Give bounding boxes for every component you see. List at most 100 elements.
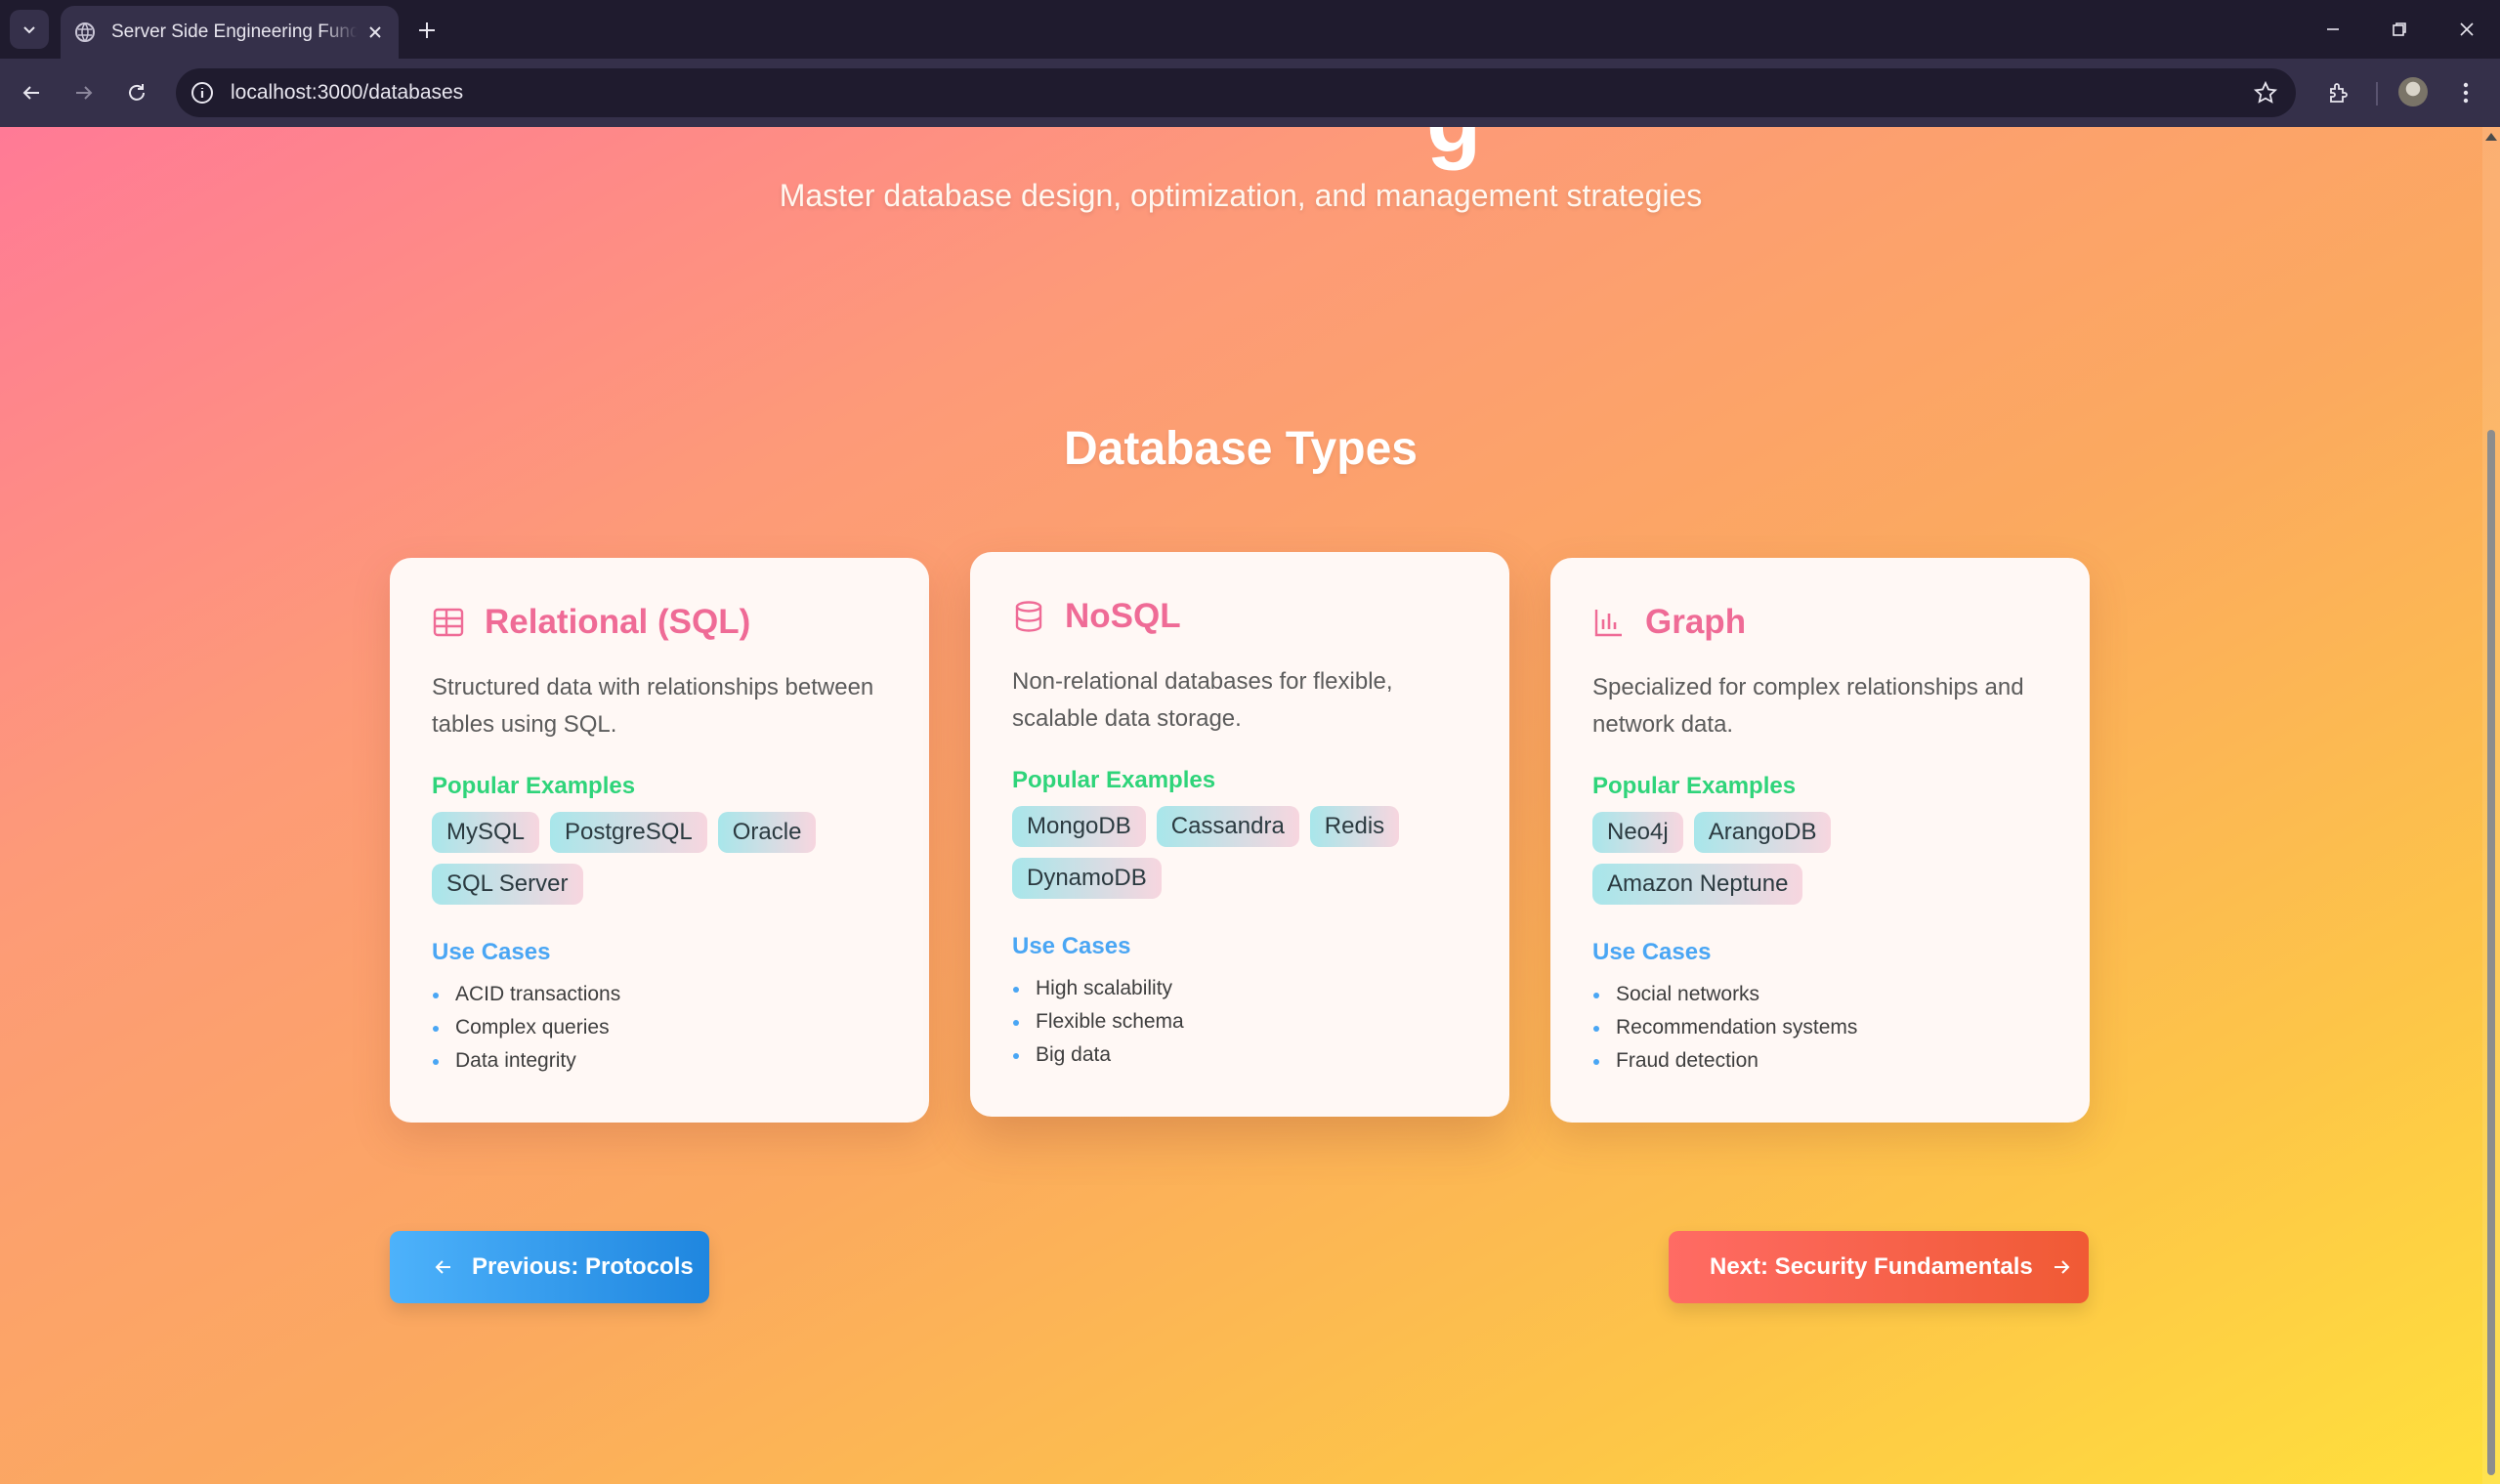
extensions-icon <box>2330 83 2348 103</box>
kebab-menu-icon <box>2463 82 2469 104</box>
use-case-text: Data integrity <box>455 1049 576 1072</box>
example-chip: MySQL <box>432 812 540 853</box>
use-cases-list: Social networks Recommendation systems F… <box>1592 978 2048 1078</box>
chrome-menu-button[interactable] <box>2448 75 2483 110</box>
arrow-left-icon <box>435 1260 450 1274</box>
use-cases-heading: Use Cases <box>1012 933 1131 959</box>
bullet-icon <box>1593 1059 1599 1065</box>
example-chip: Neo4j <box>1592 812 1683 853</box>
forward-button[interactable] <box>63 71 106 114</box>
card-header: Graph <box>1592 601 2048 644</box>
card-header: Relational (SQL) <box>432 601 887 644</box>
bullet-icon <box>433 993 439 998</box>
bullet-icon <box>1013 1020 1019 1026</box>
page-subtitle: Master database design, optimization, an… <box>779 178 1703 213</box>
use-case-item: Big data <box>1012 1039 1467 1072</box>
new-tab-button[interactable] <box>410 14 444 47</box>
close-icon <box>369 26 381 38</box>
address-bar[interactable]: localhost:3000/databases <box>176 68 2296 117</box>
page-title-fragment: g <box>1426 127 1481 173</box>
card-nosql: NoSQL Non-relational databases for flexi… <box>970 552 1509 1117</box>
reload-button[interactable] <box>115 71 158 114</box>
plus-icon <box>419 22 435 38</box>
page-viewport: g Master database design, optimization, … <box>0 127 2500 1484</box>
next-page-button[interactable]: Next: Security Fundamentals <box>1669 1231 2089 1303</box>
close-window-button[interactable] <box>2437 10 2496 49</box>
use-case-text: Recommendation systems <box>1616 1016 1858 1039</box>
use-case-item: Social networks <box>1592 978 2048 1011</box>
tab-title: Server Side Engineering Fundamentals <box>111 21 358 42</box>
browser-toolbar: localhost:3000/databases <box>0 59 2500 127</box>
use-case-text: ACID transactions <box>455 983 621 1005</box>
star-icon[interactable] <box>2253 80 2278 106</box>
card-title: Relational (SQL) <box>485 603 751 641</box>
url-text[interactable]: localhost:3000/databases <box>231 68 463 117</box>
use-case-item: ACID transactions <box>432 978 887 1011</box>
use-case-item: Data integrity <box>432 1044 887 1078</box>
site-info-icon[interactable] <box>190 80 215 106</box>
reload-icon <box>129 84 145 101</box>
chevron-down-icon <box>23 26 35 34</box>
restore-icon <box>2393 22 2406 36</box>
close-window-icon <box>2460 22 2474 36</box>
minimize-button[interactable] <box>2304 10 2362 49</box>
use-case-item: Fraud detection <box>1592 1044 2048 1078</box>
use-case-text: Flexible schema <box>1036 1010 1184 1033</box>
previous-page-label: Previous: Protocols <box>472 1253 694 1280</box>
page-scrollbar[interactable] <box>2482 127 2500 1484</box>
profile-avatar[interactable] <box>2398 77 2428 106</box>
scroll-up-arrow-icon[interactable] <box>2485 133 2497 141</box>
example-chip: DynamoDB <box>1012 858 1162 899</box>
database-icon <box>1015 601 1042 632</box>
examples-list: MongoDB Cassandra Redis DynamoDB <box>1012 806 1467 910</box>
browser-titlebar: Server Side Engineering Fundamentals <box>0 0 2500 59</box>
use-cases-list: ACID transactions Complex queries Data i… <box>432 978 887 1078</box>
use-case-item: Complex queries <box>432 1011 887 1044</box>
examples-heading: Popular Examples <box>1012 767 1216 793</box>
card-description: Structured data with relationships betwe… <box>432 674 874 738</box>
example-chip: SQL Server <box>432 864 583 905</box>
bar-chart-icon <box>1594 610 1622 637</box>
back-icon <box>22 86 39 100</box>
use-case-item: Flexible schema <box>1012 1005 1467 1039</box>
browser-tab-active[interactable]: Server Side Engineering Fundamentals <box>61 6 399 59</box>
restore-button[interactable] <box>2370 10 2429 49</box>
bullet-icon <box>433 1026 439 1032</box>
example-chip: MongoDB <box>1012 806 1146 847</box>
table-icon <box>433 608 464 637</box>
card-relational: Relational (SQL) Structured data with re… <box>390 558 929 1123</box>
arrow-right-icon <box>2054 1260 2070 1274</box>
previous-page-button[interactable]: Previous: Protocols <box>390 1231 709 1303</box>
extensions-button[interactable] <box>2321 75 2356 110</box>
bullet-icon <box>1013 1053 1019 1059</box>
use-case-text: Big data <box>1036 1043 1112 1066</box>
example-chip: PostgreSQL <box>550 812 707 853</box>
card-description: Specialized for complex relationships an… <box>1592 674 2024 738</box>
section-title: Database Types <box>1064 423 1418 475</box>
use-cases-heading: Use Cases <box>1592 939 1712 965</box>
bullet-icon <box>1593 993 1599 998</box>
example-chip: Amazon Neptune <box>1592 864 1803 905</box>
card-graph: Graph Specialized for complex relationsh… <box>1550 558 2090 1123</box>
examples-list: MySQL PostgreSQL Oracle SQL Server <box>432 812 887 915</box>
back-button[interactable] <box>10 71 53 114</box>
use-case-item: Recommendation systems <box>1592 1011 2048 1044</box>
card-title: Graph <box>1645 603 1747 641</box>
examples-heading: Popular Examples <box>1592 773 1797 799</box>
globe-icon <box>75 22 95 42</box>
tab-search-button[interactable] <box>10 10 49 49</box>
example-chip: Redis <box>1309 806 1400 847</box>
card-header: NoSQL <box>1012 595 1467 638</box>
use-case-item: High scalability <box>1012 972 1467 1005</box>
use-case-text: Social networks <box>1616 983 1760 1005</box>
scrollbar-thumb[interactable] <box>2487 430 2495 1475</box>
examples-heading: Popular Examples <box>432 773 636 799</box>
bullet-icon <box>1593 1026 1599 1032</box>
tab-close-button[interactable] <box>363 21 387 44</box>
card-description: Non-relational databases for flexible, s… <box>1012 668 1393 732</box>
toolbar-divider <box>2376 82 2378 106</box>
example-chip: Oracle <box>717 812 817 853</box>
card-title: NoSQL <box>1065 597 1181 635</box>
example-chip: ArangoDB <box>1693 812 1832 853</box>
use-case-text: High scalability <box>1036 977 1173 999</box>
